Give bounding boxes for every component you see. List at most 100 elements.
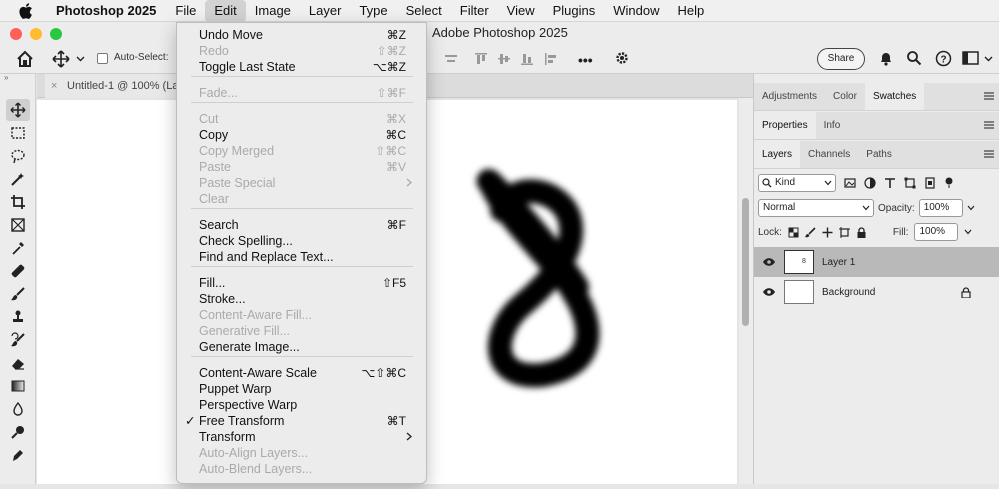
menu-select[interactable]: Select: [397, 0, 451, 22]
workspace-icon[interactable]: [962, 50, 980, 66]
healing-brush-tool-icon[interactable]: [6, 260, 30, 282]
menu-type[interactable]: Type: [350, 0, 396, 22]
filter-toggle-icon[interactable]: [944, 177, 954, 189]
menu-plugins[interactable]: Plugins: [544, 0, 605, 22]
chevron-down-icon[interactable]: [964, 229, 972, 235]
menu-item-puppet-warp[interactable]: Puppet Warp: [177, 381, 426, 397]
blur-tool-icon[interactable]: [6, 398, 30, 420]
tab-color[interactable]: Color: [825, 83, 865, 110]
brush-tool-icon[interactable]: [6, 283, 30, 305]
tab-paths[interactable]: Paths: [858, 141, 900, 168]
menu-item-copy[interactable]: Copy ⌘C: [177, 127, 426, 143]
menu-item-check-spelling[interactable]: Check Spelling...: [177, 233, 426, 249]
move-tool-icon[interactable]: [6, 99, 30, 121]
menu-item-clear[interactable]: Clear: [177, 191, 426, 207]
magic-wand-tool-icon[interactable]: [6, 168, 30, 190]
menu-image[interactable]: Image: [246, 0, 300, 22]
menu-item-auto-align-layers[interactable]: Auto-Align Layers...: [177, 445, 426, 461]
auto-select-checkbox[interactable]: [97, 53, 108, 64]
menu-view[interactable]: View: [498, 0, 544, 22]
panel-menu-icon[interactable]: [984, 120, 994, 130]
dodge-tool-icon[interactable]: [6, 421, 30, 443]
lasso-tool-icon[interactable]: [6, 145, 30, 167]
scrollbar-thumb[interactable]: [742, 198, 749, 326]
smart-object-filter-icon[interactable]: [924, 177, 936, 189]
lock-image-icon[interactable]: [804, 226, 816, 238]
kind-filter-select[interactable]: Kind: [758, 174, 836, 192]
history-brush-tool-icon[interactable]: [6, 329, 30, 351]
pen-tool-icon[interactable]: [6, 444, 30, 466]
search-icon[interactable]: [906, 50, 922, 66]
menu-window[interactable]: Window: [604, 0, 668, 22]
home-icon[interactable]: [16, 50, 34, 68]
distribute-icon[interactable]: [544, 52, 558, 66]
align-middle-icon[interactable]: [497, 52, 511, 66]
help-icon[interactable]: ?: [935, 50, 952, 67]
clone-stamp-tool-icon[interactable]: [6, 306, 30, 328]
menu-item-search[interactable]: Search ⌘F: [177, 217, 426, 233]
share-button[interactable]: Share: [817, 48, 865, 70]
workspace-chevron-icon[interactable]: [984, 54, 993, 63]
menu-item-transform[interactable]: Transform: [177, 429, 426, 445]
opacity-field[interactable]: 100%: [918, 199, 963, 217]
chevron-down-icon[interactable]: [967, 205, 975, 211]
adjustment-layer-filter-icon[interactable]: [864, 177, 876, 189]
eye-icon[interactable]: [762, 287, 776, 297]
menu-item-generate-image[interactable]: Generate Image...: [177, 339, 426, 355]
menu-item-paste-special[interactable]: Paste Special: [177, 175, 426, 191]
gradient-tool-icon[interactable]: [6, 375, 30, 397]
tab-adjustments[interactable]: Adjustments: [754, 83, 825, 110]
close-tab-icon[interactable]: ×: [51, 74, 57, 98]
tab-properties[interactable]: Properties: [754, 112, 816, 139]
layer-row-background[interactable]: Background: [754, 277, 999, 307]
maximize-window-button[interactable]: [50, 28, 62, 40]
more-options-icon[interactable]: •••: [578, 52, 593, 68]
menu-item-auto-blend-layers[interactable]: Auto-Blend Layers...: [177, 461, 426, 477]
lock-artboard-icon[interactable]: [838, 226, 850, 238]
marquee-tool-icon[interactable]: [6, 122, 30, 144]
menu-item-toggle-last-state[interactable]: Toggle Last State ⌥⌘Z: [177, 59, 426, 75]
panel-menu-icon[interactable]: [984, 149, 994, 159]
frame-tool-icon[interactable]: [6, 214, 30, 236]
menu-item-content-aware-scale[interactable]: Content-Aware Scale ⌥⇧⌘C: [177, 365, 426, 381]
menu-layer[interactable]: Layer: [300, 0, 351, 22]
menu-item-undo-move[interactable]: Undo Move ⌘Z: [177, 27, 426, 43]
menu-item-content-aware-fill[interactable]: Content-Aware Fill...: [177, 307, 426, 323]
menu-item-cut[interactable]: Cut ⌘X: [177, 111, 426, 127]
menu-item-fill[interactable]: Fill... ⇧F5: [177, 275, 426, 291]
panel-menu-icon[interactable]: [984, 91, 994, 101]
menu-item-perspective-warp[interactable]: Perspective Warp: [177, 397, 426, 413]
menu-item-fade[interactable]: Fade... ⇧⌘F: [177, 85, 426, 101]
eraser-tool-icon[interactable]: [6, 352, 30, 374]
collapse-toolbar-icon[interactable]: »: [0, 74, 35, 82]
tab-layers[interactable]: Layers: [754, 141, 801, 168]
vertical-scrollbar[interactable]: [739, 98, 753, 484]
type-layer-filter-icon[interactable]: [884, 177, 896, 189]
tab-swatches[interactable]: Swatches: [864, 83, 925, 110]
layer-row-layer-1[interactable]: 8 Layer 1: [754, 247, 999, 277]
eye-icon[interactable]: [762, 257, 776, 267]
align-icon[interactable]: [444, 52, 458, 66]
shape-layer-filter-icon[interactable]: [904, 177, 916, 189]
tab-info[interactable]: Info: [816, 112, 849, 139]
chevron-down-icon[interactable]: [76, 54, 85, 63]
menu-item-free-transform[interactable]: ✓ Free Transform ⌘T: [177, 413, 426, 429]
document-tab[interactable]: × Untitled-1 @ 100% (Lay: [45, 74, 190, 98]
move-tool-icon[interactable]: [52, 50, 70, 68]
menu-filter[interactable]: Filter: [451, 0, 498, 22]
menu-item-stroke[interactable]: Stroke...: [177, 291, 426, 307]
menu-help[interactable]: Help: [669, 0, 714, 22]
eyedropper-tool-icon[interactable]: [6, 237, 30, 259]
menu-item-paste[interactable]: Paste ⌘V: [177, 159, 426, 175]
gear-icon[interactable]: [614, 50, 630, 66]
menu-edit[interactable]: Edit: [205, 0, 246, 22]
lock-all-icon[interactable]: [856, 226, 867, 238]
pixel-layer-filter-icon[interactable]: [844, 177, 856, 189]
menu-item-find-and-replace-text[interactable]: Find and Replace Text...: [177, 249, 426, 265]
bell-icon[interactable]: [878, 50, 894, 66]
menu-item-generative-fill[interactable]: Generative Fill...: [177, 323, 426, 339]
app-menu[interactable]: Photoshop 2025: [46, 3, 166, 18]
menu-file[interactable]: File: [166, 0, 205, 22]
align-top-icon[interactable]: [474, 52, 488, 66]
align-bottom-icon[interactable]: [520, 52, 534, 66]
